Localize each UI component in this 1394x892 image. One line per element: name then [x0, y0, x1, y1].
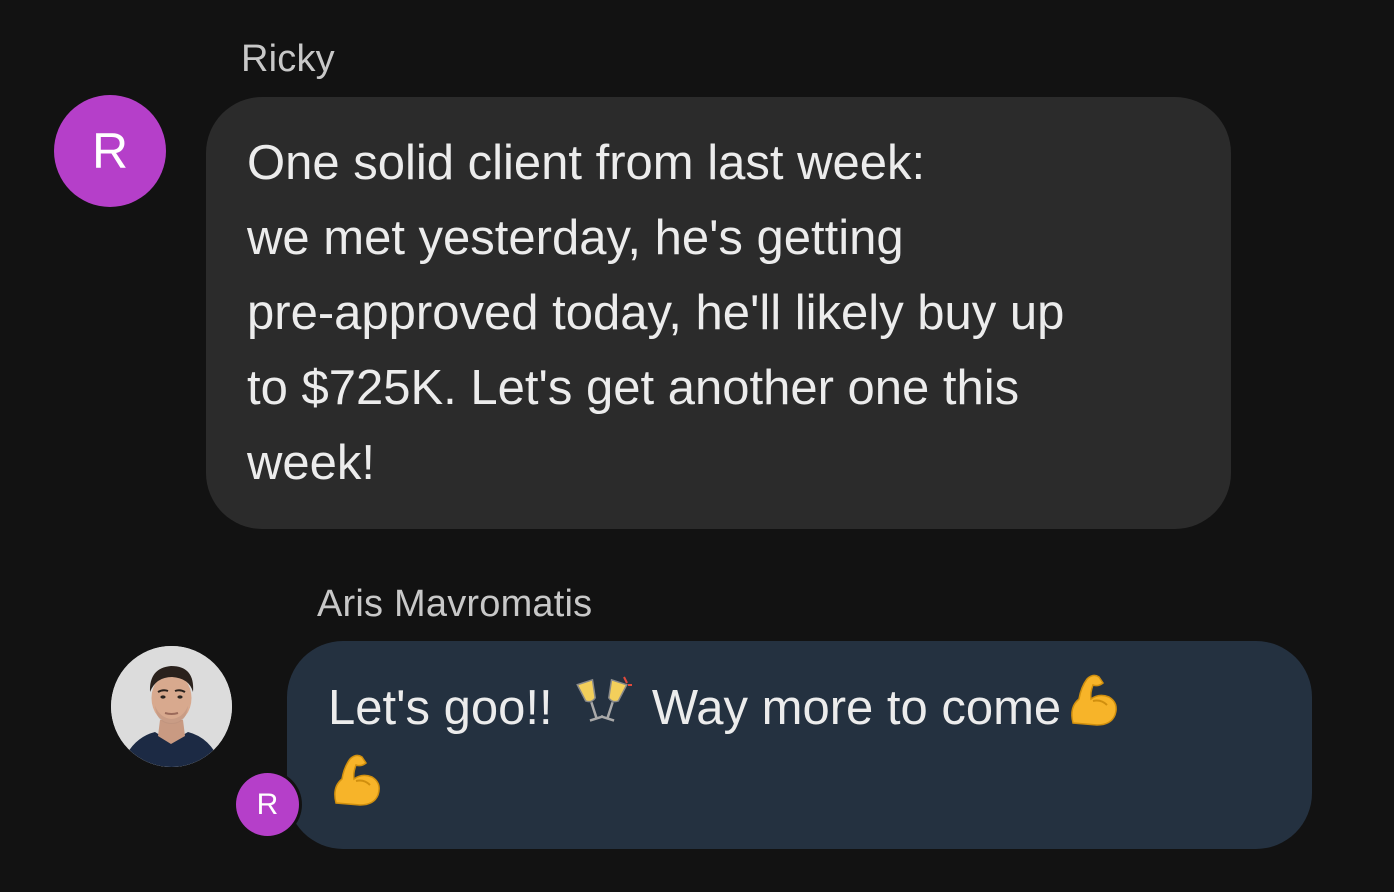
- message-line: week!: [247, 436, 376, 490]
- clinking-glasses-icon: [572, 674, 633, 749]
- message-bubble-ricky[interactable]: One solid client from last week: we met …: [206, 97, 1231, 529]
- profile-photo-icon: [111, 646, 232, 767]
- avatar-aris[interactable]: [111, 646, 232, 767]
- avatar-ricky[interactable]: R: [54, 95, 166, 207]
- read-receipt-avatar: R: [236, 773, 299, 836]
- message-line: [328, 751, 1282, 831]
- message-line: we met yesterday, he's getting: [247, 211, 904, 265]
- flexed-biceps-icon: [1065, 671, 1121, 751]
- message-line: pre-approved today, he'll likely buy up: [247, 286, 1065, 340]
- message-line: Let's goo!! Way more to come: [328, 671, 1282, 751]
- sender-name-aris: Aris Mavromatis: [317, 583, 593, 625]
- message-bubble-aris[interactable]: Let's goo!! Way more to come: [287, 641, 1312, 849]
- message-text: Way more to come: [651, 681, 1062, 735]
- flexed-biceps-icon: [328, 751, 384, 831]
- avatar-letter: R: [256, 787, 279, 821]
- message-text: Let's goo!!: [328, 681, 553, 735]
- avatar-letter: R: [91, 123, 129, 179]
- message-line: to $725K. Let's get another one this: [247, 361, 1020, 415]
- sender-name-ricky: Ricky: [241, 38, 335, 80]
- message-line: One solid client from last week:: [247, 136, 926, 190]
